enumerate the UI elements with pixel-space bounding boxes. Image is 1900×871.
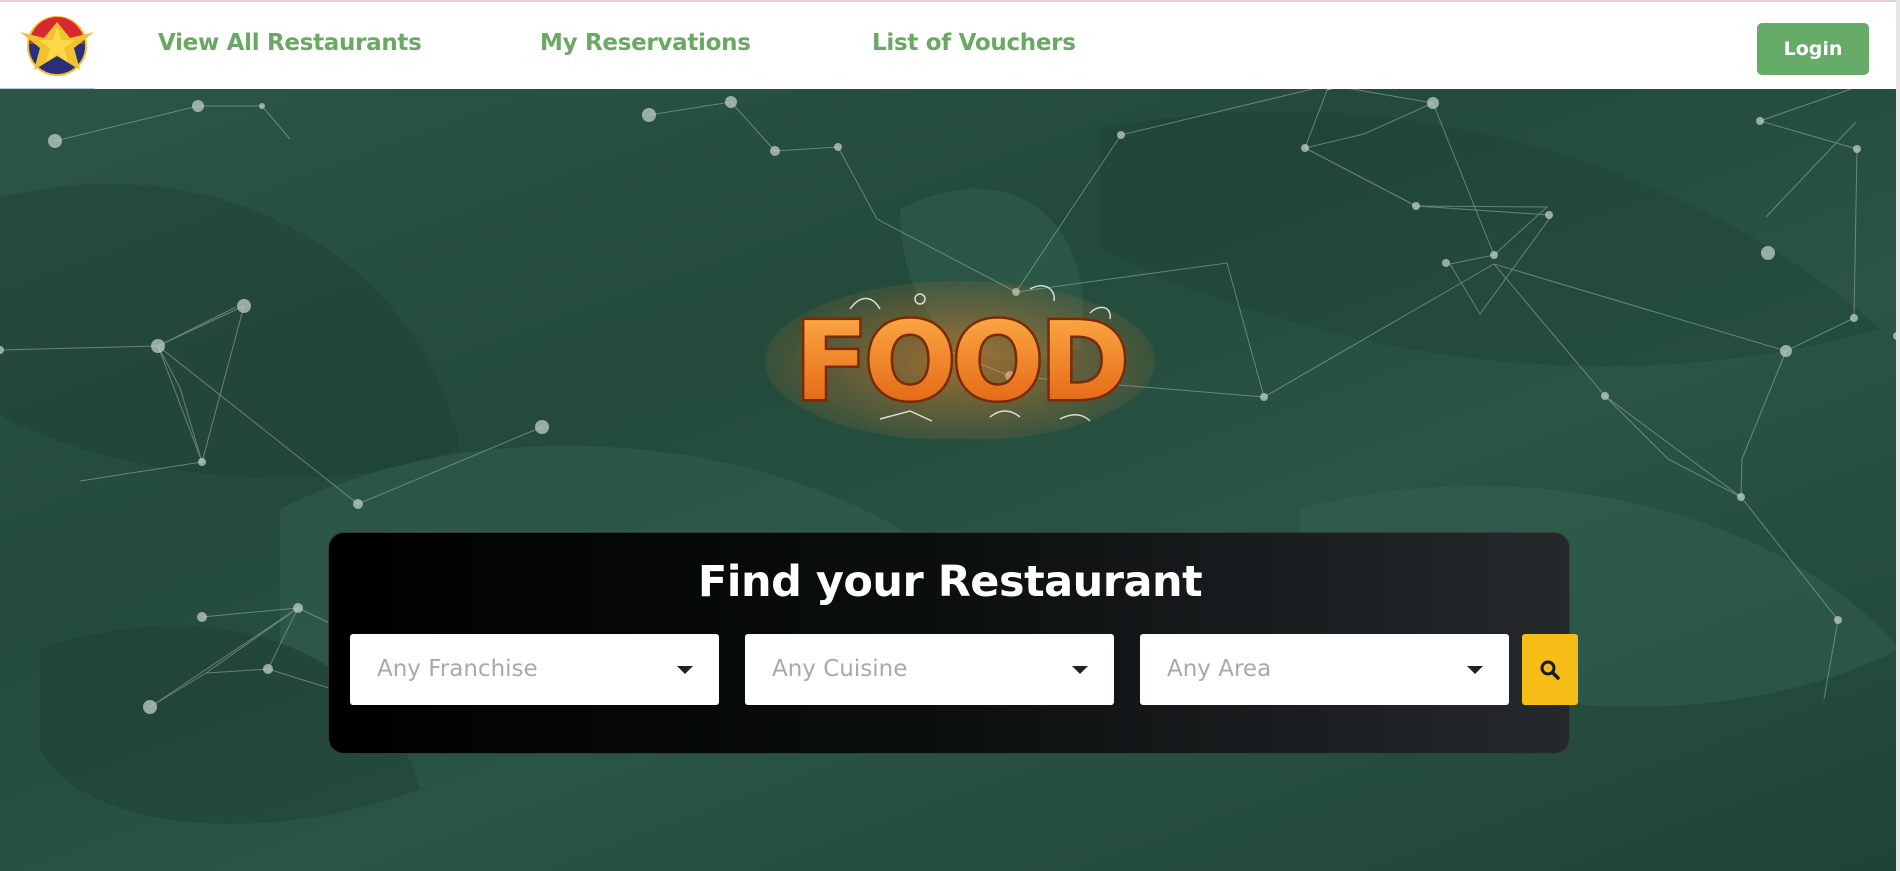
top-navbar: View All Restaurants My Reservations Lis… [0,0,1900,90]
cuisine-select[interactable]: Any Cuisine [745,634,1114,705]
search-button[interactable] [1522,634,1578,705]
nav-list-of-vouchers[interactable]: List of Vouchers [872,30,1076,56]
chevron-down-icon [677,666,693,674]
chevron-down-icon [1072,666,1088,674]
search-title: Find your Restaurant [697,557,1203,607]
page-scrollbar[interactable] [1896,0,1900,871]
nav-view-all-restaurants[interactable]: View All Restaurants [158,30,422,56]
login-button[interactable]: Login [1757,23,1869,75]
franchise-select[interactable]: Any Franchise [350,634,719,705]
captain-marvel-logo[interactable] [20,14,94,78]
cuisine-select-placeholder: Any Cuisine [772,656,908,682]
chevron-down-icon [1467,666,1483,674]
franchise-select-placeholder: Any Franchise [377,656,538,682]
hero-section: FOOD Find your Restaurant Any Franchise … [0,89,1896,871]
search-icon [1540,660,1560,680]
area-select[interactable]: Any Area [1140,634,1509,705]
food-logo-text: FOOD [794,300,1125,425]
nav-my-reservations[interactable]: My Reservations [540,30,751,56]
food-logo-image: FOOD [765,281,1155,439]
area-select-placeholder: Any Area [1167,656,1272,682]
search-panel: Find your Restaurant Any Franchise Any C… [328,532,1578,754]
